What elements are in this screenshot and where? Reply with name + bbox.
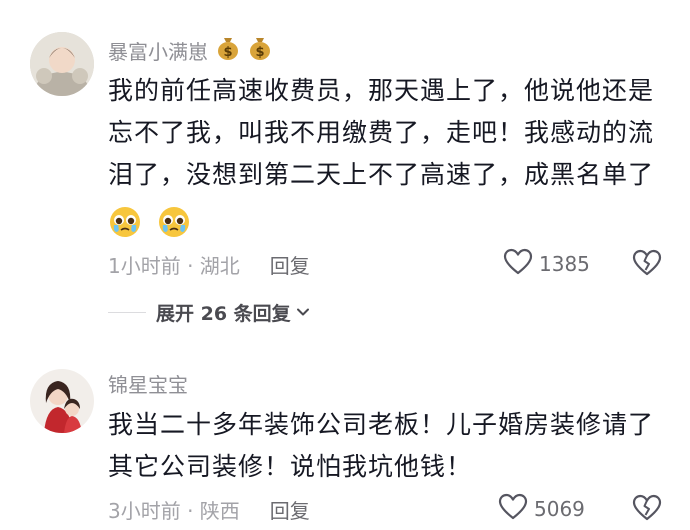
broken-heart-icon <box>632 249 662 281</box>
username-text: 锦星宝宝 <box>108 372 188 397</box>
comment-line: 泪了，没想到第二天上不了高速了，成黑名单了 <box>108 160 655 189</box>
reply-button[interactable]: 回复 <box>270 250 310 279</box>
timestamp-location: 1小时前 · 湖北 <box>108 253 240 278</box>
heart-icon <box>498 493 528 526</box>
username-text: 暴富小满崽 <box>108 39 208 64</box>
chevron-down-icon <box>295 304 311 320</box>
money-bag-icon: $ <box>248 35 272 66</box>
comment-text: 我当二十多年装饰公司老板！儿子婚房装修请了 其它公司装修！说怕我坑他钱！ <box>108 404 668 488</box>
svg-text:$: $ <box>223 45 232 60</box>
pleading-face-icon <box>108 205 142 239</box>
avatar[interactable] <box>30 369 94 433</box>
comment-item: 暴富小满崽 $ $ 我的前任高速收费员，那天遇上了，他说他还是 忘不了我，叫我不… <box>0 0 690 290</box>
like-count: 5069 <box>534 497 585 521</box>
comment-line: 忘不了我，叫我不用缴费了，走吧！我感动的流 <box>108 118 655 147</box>
comment-line: 其它公司装修！说怕我坑他钱！ <box>108 452 473 481</box>
money-bag-icon: $ <box>216 35 240 66</box>
dislike-button[interactable] <box>632 249 662 279</box>
comment-meta: 3小时前 · 陕西 回复 <box>108 494 310 524</box>
username[interactable]: 暴富小满崽 $ $ <box>108 35 272 65</box>
username[interactable]: 锦星宝宝 <box>108 368 188 398</box>
divider <box>108 311 146 313</box>
comment-item: 锦星宝宝 我当二十多年装饰公司老板！儿子婚房装修请了 其它公司装修！说怕我坑他钱… <box>0 345 690 530</box>
reply-button[interactable]: 回复 <box>270 495 310 524</box>
expand-replies-label: 展开 26 条回复 <box>156 302 291 325</box>
dislike-button[interactable] <box>632 494 662 524</box>
expand-replies-button[interactable]: 展开 26 条回复 <box>108 298 311 326</box>
broken-heart-icon <box>632 494 662 526</box>
comment-line: 我的前任高速收费员，那天遇上了，他说他还是 <box>108 76 655 105</box>
like-button[interactable]: 1385 <box>503 248 590 281</box>
heart-icon <box>503 248 533 281</box>
timestamp-location: 3小时前 · 陕西 <box>108 498 240 523</box>
pleading-face-icon <box>157 205 191 239</box>
like-button[interactable]: 5069 <box>498 493 585 526</box>
comment-meta: 1小时前 · 湖北 回复 <box>108 249 310 279</box>
avatar-image <box>30 369 94 433</box>
emoji-row <box>108 200 668 242</box>
svg-text:$: $ <box>255 45 264 60</box>
avatar[interactable] <box>30 32 94 96</box>
comment-list: 暴富小满崽 $ $ 我的前任高速收费员，那天遇上了，他说他还是 忘不了我，叫我不… <box>0 0 690 530</box>
comment-text: 我的前任高速收费员，那天遇上了，他说他还是 忘不了我，叫我不用缴费了，走吧！我感… <box>108 70 668 242</box>
like-count: 1385 <box>539 252 590 276</box>
avatar-image <box>30 32 94 96</box>
comment-line: 我当二十多年装饰公司老板！儿子婚房装修请了 <box>108 410 655 439</box>
